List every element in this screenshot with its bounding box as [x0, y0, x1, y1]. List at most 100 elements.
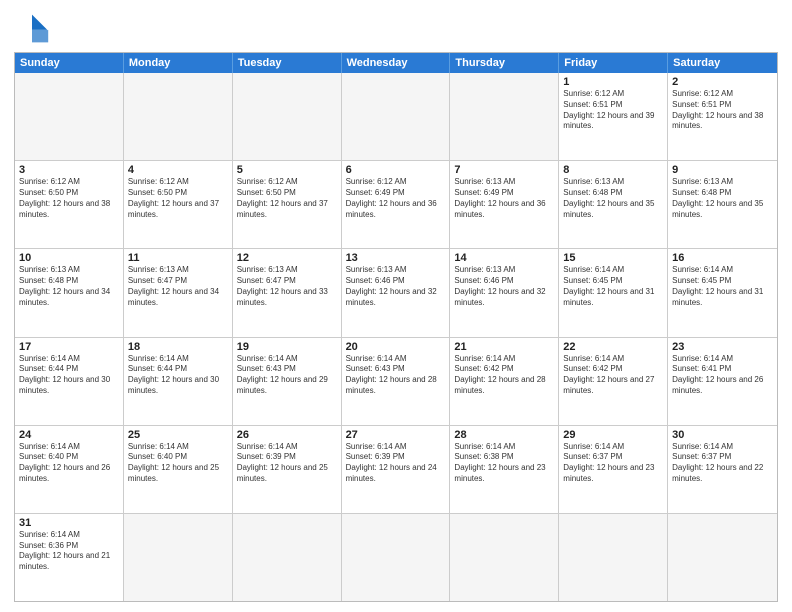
cell-daylight-info: Sunrise: 6:12 AM Sunset: 6:51 PM Dayligh… [672, 89, 773, 132]
cell-daylight-info: Sunrise: 6:14 AM Sunset: 6:41 PM Dayligh… [672, 354, 773, 397]
calendar-cell-r4-c4: 28Sunrise: 6:14 AM Sunset: 6:38 PM Dayli… [450, 426, 559, 513]
calendar-cell-r2-c2: 12Sunrise: 6:13 AM Sunset: 6:47 PM Dayli… [233, 249, 342, 336]
day-number: 1 [563, 76, 663, 88]
calendar-cell-r2-c1: 11Sunrise: 6:13 AM Sunset: 6:47 PM Dayli… [124, 249, 233, 336]
calendar-cell-r5-c2 [233, 514, 342, 601]
cell-daylight-info: Sunrise: 6:14 AM Sunset: 6:37 PM Dayligh… [563, 442, 663, 485]
day-number: 24 [19, 429, 119, 441]
day-number: 27 [346, 429, 446, 441]
calendar-row-1: 3Sunrise: 6:12 AM Sunset: 6:50 PM Daylig… [15, 160, 777, 248]
cell-daylight-info: Sunrise: 6:14 AM Sunset: 6:42 PM Dayligh… [454, 354, 554, 397]
calendar-cell-r4-c1: 25Sunrise: 6:14 AM Sunset: 6:40 PM Dayli… [124, 426, 233, 513]
cell-daylight-info: Sunrise: 6:14 AM Sunset: 6:43 PM Dayligh… [346, 354, 446, 397]
calendar-row-5: 31Sunrise: 6:14 AM Sunset: 6:36 PM Dayli… [15, 513, 777, 601]
day-number: 15 [563, 252, 663, 264]
calendar-cell-r0-c6: 2Sunrise: 6:12 AM Sunset: 6:51 PM Daylig… [668, 73, 777, 160]
cell-daylight-info: Sunrise: 6:14 AM Sunset: 6:38 PM Dayligh… [454, 442, 554, 485]
day-number: 18 [128, 341, 228, 353]
cell-daylight-info: Sunrise: 6:14 AM Sunset: 6:39 PM Dayligh… [346, 442, 446, 485]
col-header-tuesday: Tuesday [233, 53, 342, 73]
cell-daylight-info: Sunrise: 6:13 AM Sunset: 6:48 PM Dayligh… [672, 177, 773, 220]
cell-daylight-info: Sunrise: 6:14 AM Sunset: 6:42 PM Dayligh… [563, 354, 663, 397]
cell-daylight-info: Sunrise: 6:13 AM Sunset: 6:48 PM Dayligh… [19, 265, 119, 308]
col-header-thursday: Thursday [450, 53, 559, 73]
calendar-cell-r5-c5 [559, 514, 668, 601]
day-number: 2 [672, 76, 773, 88]
cell-daylight-info: Sunrise: 6:12 AM Sunset: 6:50 PM Dayligh… [128, 177, 228, 220]
calendar-row-4: 24Sunrise: 6:14 AM Sunset: 6:40 PM Dayli… [15, 425, 777, 513]
day-number: 23 [672, 341, 773, 353]
calendar-row-3: 17Sunrise: 6:14 AM Sunset: 6:44 PM Dayli… [15, 337, 777, 425]
day-number: 17 [19, 341, 119, 353]
day-number: 7 [454, 164, 554, 176]
calendar-cell-r5-c0: 31Sunrise: 6:14 AM Sunset: 6:36 PM Dayli… [15, 514, 124, 601]
cell-daylight-info: Sunrise: 6:14 AM Sunset: 6:40 PM Dayligh… [19, 442, 119, 485]
cell-daylight-info: Sunrise: 6:14 AM Sunset: 6:45 PM Dayligh… [563, 265, 663, 308]
day-number: 14 [454, 252, 554, 264]
calendar-cell-r1-c6: 9Sunrise: 6:13 AM Sunset: 6:48 PM Daylig… [668, 161, 777, 248]
day-number: 6 [346, 164, 446, 176]
calendar-cell-r3-c5: 22Sunrise: 6:14 AM Sunset: 6:42 PM Dayli… [559, 338, 668, 425]
calendar-cell-r4-c0: 24Sunrise: 6:14 AM Sunset: 6:40 PM Dayli… [15, 426, 124, 513]
calendar-cell-r2-c3: 13Sunrise: 6:13 AM Sunset: 6:46 PM Dayli… [342, 249, 451, 336]
col-header-friday: Friday [559, 53, 668, 73]
day-number: 19 [237, 341, 337, 353]
calendar-cell-r0-c1 [124, 73, 233, 160]
calendar-cell-r0-c0 [15, 73, 124, 160]
cell-daylight-info: Sunrise: 6:14 AM Sunset: 6:44 PM Dayligh… [19, 354, 119, 397]
calendar: Sunday Monday Tuesday Wednesday Thursday… [14, 52, 778, 602]
day-number: 26 [237, 429, 337, 441]
cell-daylight-info: Sunrise: 6:13 AM Sunset: 6:46 PM Dayligh… [346, 265, 446, 308]
calendar-cell-r3-c4: 21Sunrise: 6:14 AM Sunset: 6:42 PM Dayli… [450, 338, 559, 425]
calendar-cell-r0-c4 [450, 73, 559, 160]
calendar-body: 1Sunrise: 6:12 AM Sunset: 6:51 PM Daylig… [15, 73, 777, 601]
day-number: 20 [346, 341, 446, 353]
day-number: 4 [128, 164, 228, 176]
col-header-sunday: Sunday [15, 53, 124, 73]
day-number: 5 [237, 164, 337, 176]
calendar-cell-r1-c0: 3Sunrise: 6:12 AM Sunset: 6:50 PM Daylig… [15, 161, 124, 248]
day-number: 16 [672, 252, 773, 264]
logo [14, 10, 54, 46]
cell-daylight-info: Sunrise: 6:13 AM Sunset: 6:47 PM Dayligh… [128, 265, 228, 308]
calendar-row-0: 1Sunrise: 6:12 AM Sunset: 6:51 PM Daylig… [15, 73, 777, 160]
calendar-cell-r0-c2 [233, 73, 342, 160]
calendar-cell-r1-c2: 5Sunrise: 6:12 AM Sunset: 6:50 PM Daylig… [233, 161, 342, 248]
calendar-cell-r4-c6: 30Sunrise: 6:14 AM Sunset: 6:37 PM Dayli… [668, 426, 777, 513]
day-number: 9 [672, 164, 773, 176]
cell-daylight-info: Sunrise: 6:14 AM Sunset: 6:40 PM Dayligh… [128, 442, 228, 485]
day-number: 8 [563, 164, 663, 176]
calendar-header-row: Sunday Monday Tuesday Wednesday Thursday… [15, 53, 777, 73]
cell-daylight-info: Sunrise: 6:14 AM Sunset: 6:37 PM Dayligh… [672, 442, 773, 485]
cell-daylight-info: Sunrise: 6:13 AM Sunset: 6:48 PM Dayligh… [563, 177, 663, 220]
calendar-cell-r5-c1 [124, 514, 233, 601]
calendar-cell-r2-c0: 10Sunrise: 6:13 AM Sunset: 6:48 PM Dayli… [15, 249, 124, 336]
day-number: 28 [454, 429, 554, 441]
calendar-cell-r0-c5: 1Sunrise: 6:12 AM Sunset: 6:51 PM Daylig… [559, 73, 668, 160]
cell-daylight-info: Sunrise: 6:12 AM Sunset: 6:50 PM Dayligh… [19, 177, 119, 220]
calendar-cell-r1-c5: 8Sunrise: 6:13 AM Sunset: 6:48 PM Daylig… [559, 161, 668, 248]
day-number: 11 [128, 252, 228, 264]
cell-daylight-info: Sunrise: 6:12 AM Sunset: 6:51 PM Dayligh… [563, 89, 663, 132]
day-number: 21 [454, 341, 554, 353]
day-number: 3 [19, 164, 119, 176]
cell-daylight-info: Sunrise: 6:14 AM Sunset: 6:44 PM Dayligh… [128, 354, 228, 397]
cell-daylight-info: Sunrise: 6:14 AM Sunset: 6:43 PM Dayligh… [237, 354, 337, 397]
calendar-cell-r5-c6 [668, 514, 777, 601]
day-number: 12 [237, 252, 337, 264]
page: Sunday Monday Tuesday Wednesday Thursday… [0, 0, 792, 612]
calendar-cell-r4-c3: 27Sunrise: 6:14 AM Sunset: 6:39 PM Dayli… [342, 426, 451, 513]
calendar-cell-r0-c3 [342, 73, 451, 160]
calendar-cell-r3-c0: 17Sunrise: 6:14 AM Sunset: 6:44 PM Dayli… [15, 338, 124, 425]
day-number: 10 [19, 252, 119, 264]
cell-daylight-info: Sunrise: 6:12 AM Sunset: 6:50 PM Dayligh… [237, 177, 337, 220]
header [14, 10, 778, 46]
cell-daylight-info: Sunrise: 6:14 AM Sunset: 6:39 PM Dayligh… [237, 442, 337, 485]
calendar-cell-r2-c4: 14Sunrise: 6:13 AM Sunset: 6:46 PM Dayli… [450, 249, 559, 336]
cell-daylight-info: Sunrise: 6:14 AM Sunset: 6:45 PM Dayligh… [672, 265, 773, 308]
calendar-cell-r2-c6: 16Sunrise: 6:14 AM Sunset: 6:45 PM Dayli… [668, 249, 777, 336]
col-header-saturday: Saturday [668, 53, 777, 73]
calendar-cell-r1-c3: 6Sunrise: 6:12 AM Sunset: 6:49 PM Daylig… [342, 161, 451, 248]
calendar-cell-r2-c5: 15Sunrise: 6:14 AM Sunset: 6:45 PM Dayli… [559, 249, 668, 336]
cell-daylight-info: Sunrise: 6:14 AM Sunset: 6:36 PM Dayligh… [19, 530, 119, 573]
